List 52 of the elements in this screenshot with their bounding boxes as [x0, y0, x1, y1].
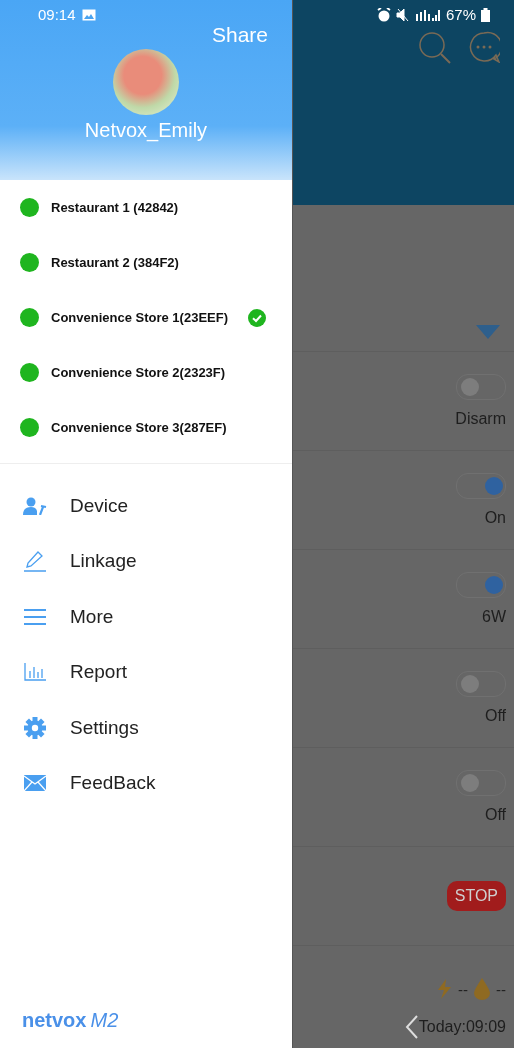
menu-item[interactable]: Settings [0, 700, 292, 756]
status-dot [20, 308, 39, 327]
site-item[interactable]: Convenience Store 1(23EEF) [0, 290, 292, 345]
dropdown-triangle-icon[interactable] [476, 325, 500, 339]
battery-icon [481, 7, 490, 22]
logo-brand: netvox [22, 1009, 87, 1032]
device-state: Off [484, 806, 506, 824]
toggle-switch[interactable] [456, 572, 506, 598]
envelope-icon [24, 775, 46, 792]
device-state: On [484, 509, 506, 527]
site-item[interactable]: Convenience Store 3(287EF) [0, 400, 292, 455]
stop-button[interactable]: STOP [446, 881, 506, 911]
mute-icon [395, 7, 410, 22]
site-item[interactable]: Convenience Store 2(2323F) [0, 345, 292, 400]
status-dot [20, 418, 39, 437]
pencil-icon [23, 549, 47, 574]
bar-chart-icon [24, 663, 46, 682]
menu-item[interactable]: Report [0, 644, 292, 700]
lightning-icon [436, 979, 452, 999]
site-item[interactable]: Restaurant 1 (42842) [0, 180, 292, 235]
menu-icon [24, 607, 46, 626]
toggle-switch[interactable] [456, 374, 506, 400]
chat-icon[interactable] [468, 31, 500, 63]
water-reading: -- [496, 980, 506, 998]
settings-icon [24, 716, 46, 739]
menu-item[interactable]: Linkage [0, 533, 292, 589]
toggle-switch[interactable] [456, 770, 506, 796]
site-item[interactable]: Restaurant 2 (384F2) [0, 235, 292, 290]
device-state: 6W [482, 608, 506, 626]
menu-item[interactable]: Device [0, 478, 292, 534]
battery-level: 67% [445, 6, 476, 23]
power-reading: -- [458, 980, 468, 998]
search-icon[interactable] [418, 31, 452, 65]
status-dot [20, 253, 39, 272]
status-time: 09:14 [38, 6, 76, 23]
image-icon [81, 8, 96, 21]
drop-icon [474, 978, 490, 1000]
status-dot [20, 363, 39, 382]
toggle-switch[interactable] [456, 671, 506, 697]
device-state: Disarm [455, 410, 506, 428]
toggle-switch[interactable] [456, 473, 506, 499]
user-name: Netvox_Emily [84, 119, 208, 142]
update-time: Today:09:09 [418, 1018, 506, 1036]
user-wrench-icon [23, 496, 47, 515]
menu-item[interactable]: More [0, 589, 292, 645]
back-chevron-icon[interactable] [404, 1014, 419, 1040]
menu-item[interactable]: FeedBack [0, 755, 292, 811]
network-icon [414, 7, 441, 22]
status-dot [20, 198, 39, 217]
device-state: Off [484, 707, 506, 725]
alarm-icon [376, 7, 391, 22]
logo-model: M2 [90, 1009, 119, 1032]
